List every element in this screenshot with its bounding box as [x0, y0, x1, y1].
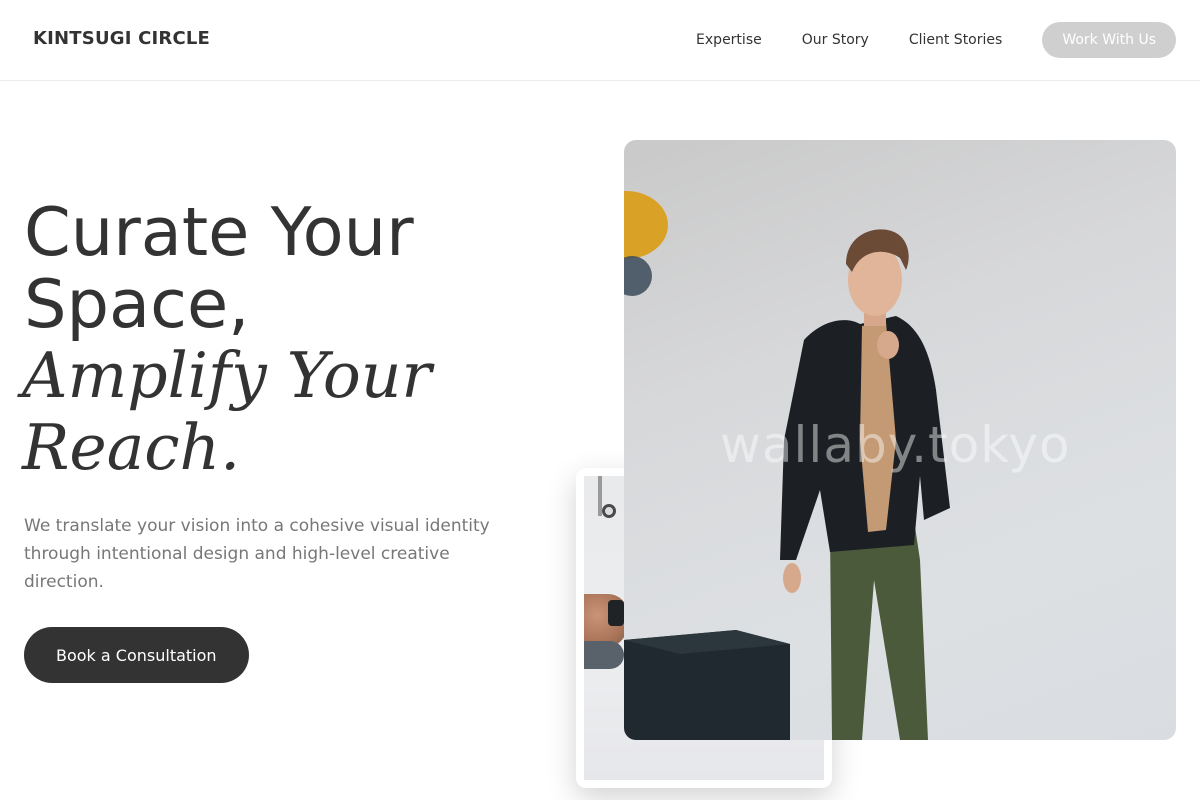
brand-logo[interactable]: KINTSUGI CIRCLE	[33, 28, 210, 49]
hero-title: Curate Your Space, Amplify Your Reach.	[22, 193, 564, 484]
site-header: KINTSUGI CIRCLE Expertise Our Story Clie…	[0, 0, 1200, 81]
camera-icon	[608, 600, 624, 626]
hero-subtitle: We translate your vision into a cohesive…	[24, 516, 490, 592]
watermark-text: wallaby.tokyo	[720, 416, 1071, 474]
lowered-hand	[783, 563, 801, 593]
hero-title-line: Curate Your	[24, 193, 414, 271]
nav-link-expertise[interactable]: Expertise	[696, 32, 762, 48]
trousers	[830, 520, 928, 740]
stand-wheel	[602, 504, 616, 518]
nav-link-client-stories[interactable]: Client Stories	[909, 32, 1002, 48]
hero-title-line: Space,	[24, 265, 250, 343]
book-consultation-button[interactable]: Book a Consultation	[24, 627, 249, 683]
yellow-prop	[624, 191, 668, 259]
main-nav: Expertise Our Story Client Stories Work …	[696, 0, 1176, 80]
work-with-us-button[interactable]: Work With Us	[1042, 22, 1176, 58]
hero-title-italic-line: Amplify Your	[22, 339, 432, 412]
main-photo: wallaby.tokyo	[624, 140, 1176, 740]
raised-hand	[877, 331, 899, 359]
photographer-sleeve	[584, 641, 624, 669]
dark-prop	[624, 256, 652, 296]
hero-title-italic-line: Reach.	[22, 411, 241, 484]
nav-link-our-story[interactable]: Our Story	[802, 32, 869, 48]
